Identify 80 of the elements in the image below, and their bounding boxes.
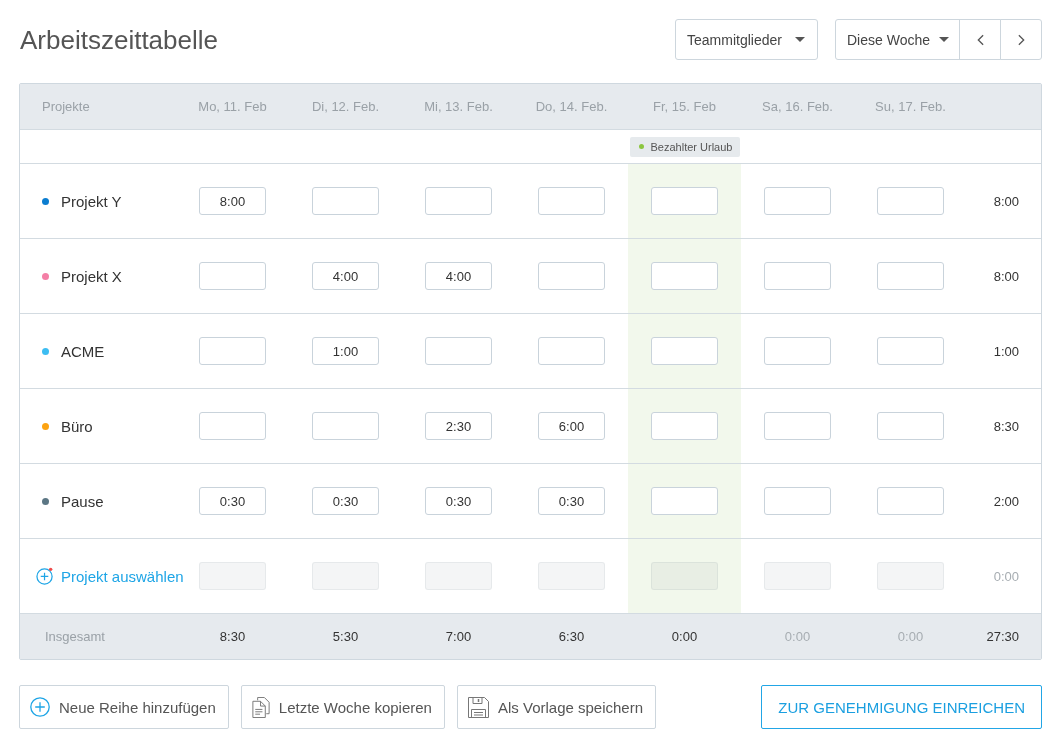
hours-input[interactable] (425, 187, 492, 215)
add-row-button[interactable]: Neue Reihe hinzufügen (19, 685, 229, 729)
hours-input[interactable] (764, 262, 831, 290)
plus-circle-icon (30, 697, 50, 717)
day-total: 7:00 (445, 629, 472, 644)
project-name: Projekt Y (61, 192, 122, 210)
column-header: Fr, 15. Feb (653, 99, 716, 114)
hours-input[interactable] (199, 337, 266, 365)
hours-input[interactable] (425, 337, 492, 365)
hours-input[interactable] (538, 187, 605, 215)
project-name: Büro (61, 417, 93, 435)
hours-input[interactable] (877, 487, 944, 515)
row-total: 2:00 (993, 493, 1019, 509)
column-header: Mi, 13. Feb. (424, 99, 493, 114)
row-total: 1:00 (993, 343, 1019, 359)
row-total: 8:30 (993, 418, 1019, 434)
column-header: Di, 12. Feb. (311, 99, 380, 114)
hours-input[interactable] (651, 262, 718, 290)
hours-input[interactable] (651, 487, 718, 515)
hours-input[interactable]: 2:30 (425, 412, 492, 440)
hours-input[interactable] (764, 187, 831, 215)
hours-input[interactable] (199, 412, 266, 440)
hours-input[interactable] (538, 262, 605, 290)
week-dropdown[interactable]: Diese Woche (835, 19, 960, 60)
hours-input[interactable] (312, 412, 379, 440)
hours-input[interactable]: 4:00 (312, 262, 379, 290)
day-total: 6:30 (558, 629, 585, 644)
hours-input[interactable] (764, 337, 831, 365)
dot-icon (638, 144, 644, 149)
column-header: Mo, 11. Feb (198, 99, 267, 114)
previous-week-button[interactable] (959, 19, 1001, 60)
hours-input[interactable]: 0:30 (538, 487, 605, 515)
hours-input[interactable] (764, 412, 831, 440)
hours-input[interactable]: 0:30 (312, 487, 379, 515)
documents-icon (251, 696, 270, 718)
row-total: 8:00 (993, 268, 1019, 284)
hours-input[interactable] (538, 337, 605, 365)
hours-input[interactable] (651, 337, 718, 365)
hours-input[interactable]: 6:00 (538, 412, 605, 440)
project-name: Pause (61, 492, 104, 510)
row-total: 8:00 (993, 193, 1019, 209)
hours-input[interactable] (877, 262, 944, 290)
project-name: Projekt X (61, 267, 122, 285)
hours-input[interactable]: 1:00 (312, 337, 379, 365)
row-total: 0:00 (993, 568, 1019, 584)
hours-input[interactable]: 0:30 (199, 487, 266, 515)
hours-input[interactable] (877, 412, 944, 440)
save-template-button[interactable]: Als Vorlage speichern (456, 685, 657, 729)
hours-input[interactable]: 4:00 (425, 262, 492, 290)
day-total: 0:00 (671, 629, 698, 644)
hours-input[interactable]: 8:00 (199, 187, 266, 215)
grand-total: 27:30 (986, 629, 1019, 644)
hours-input[interactable] (877, 337, 944, 365)
hours-input[interactable] (877, 187, 944, 215)
caret-icon (939, 37, 949, 42)
column-header: Sa, 16. Feb. (762, 99, 833, 114)
team-filter-dropdown[interactable]: Teammitglieder (675, 19, 818, 60)
chevron-left-icon (976, 33, 984, 46)
day-total: 5:30 (332, 629, 359, 644)
copy-last-week-button[interactable]: Letzte Woche kopieren (240, 685, 445, 729)
hours-input[interactable] (199, 262, 266, 290)
column-header: Projekte (42, 99, 90, 114)
hours-input[interactable] (651, 412, 718, 440)
column-header: Su, 17. Feb. (875, 99, 946, 114)
hours-input[interactable]: 0:30 (425, 487, 492, 515)
leave-label: Bezahlter Urlaub (650, 140, 733, 153)
next-week-button[interactable] (1000, 19, 1042, 60)
day-total: 0:00 (784, 629, 811, 644)
plus-circle-icon (36, 567, 54, 585)
day-total: 0:00 (897, 629, 924, 644)
hours-input[interactable] (764, 487, 831, 515)
hours-input[interactable] (312, 187, 379, 215)
chevron-right-icon (1017, 33, 1025, 46)
page-title: Arbeitszeittabelle (20, 23, 218, 56)
column-header: Do, 14. Feb. (535, 99, 608, 114)
caret-icon (795, 37, 805, 42)
day-total: 8:30 (219, 629, 246, 644)
hours-input[interactable] (651, 187, 718, 215)
project-name: ACME (61, 342, 105, 360)
totals-label: Insgesamt (45, 629, 105, 644)
